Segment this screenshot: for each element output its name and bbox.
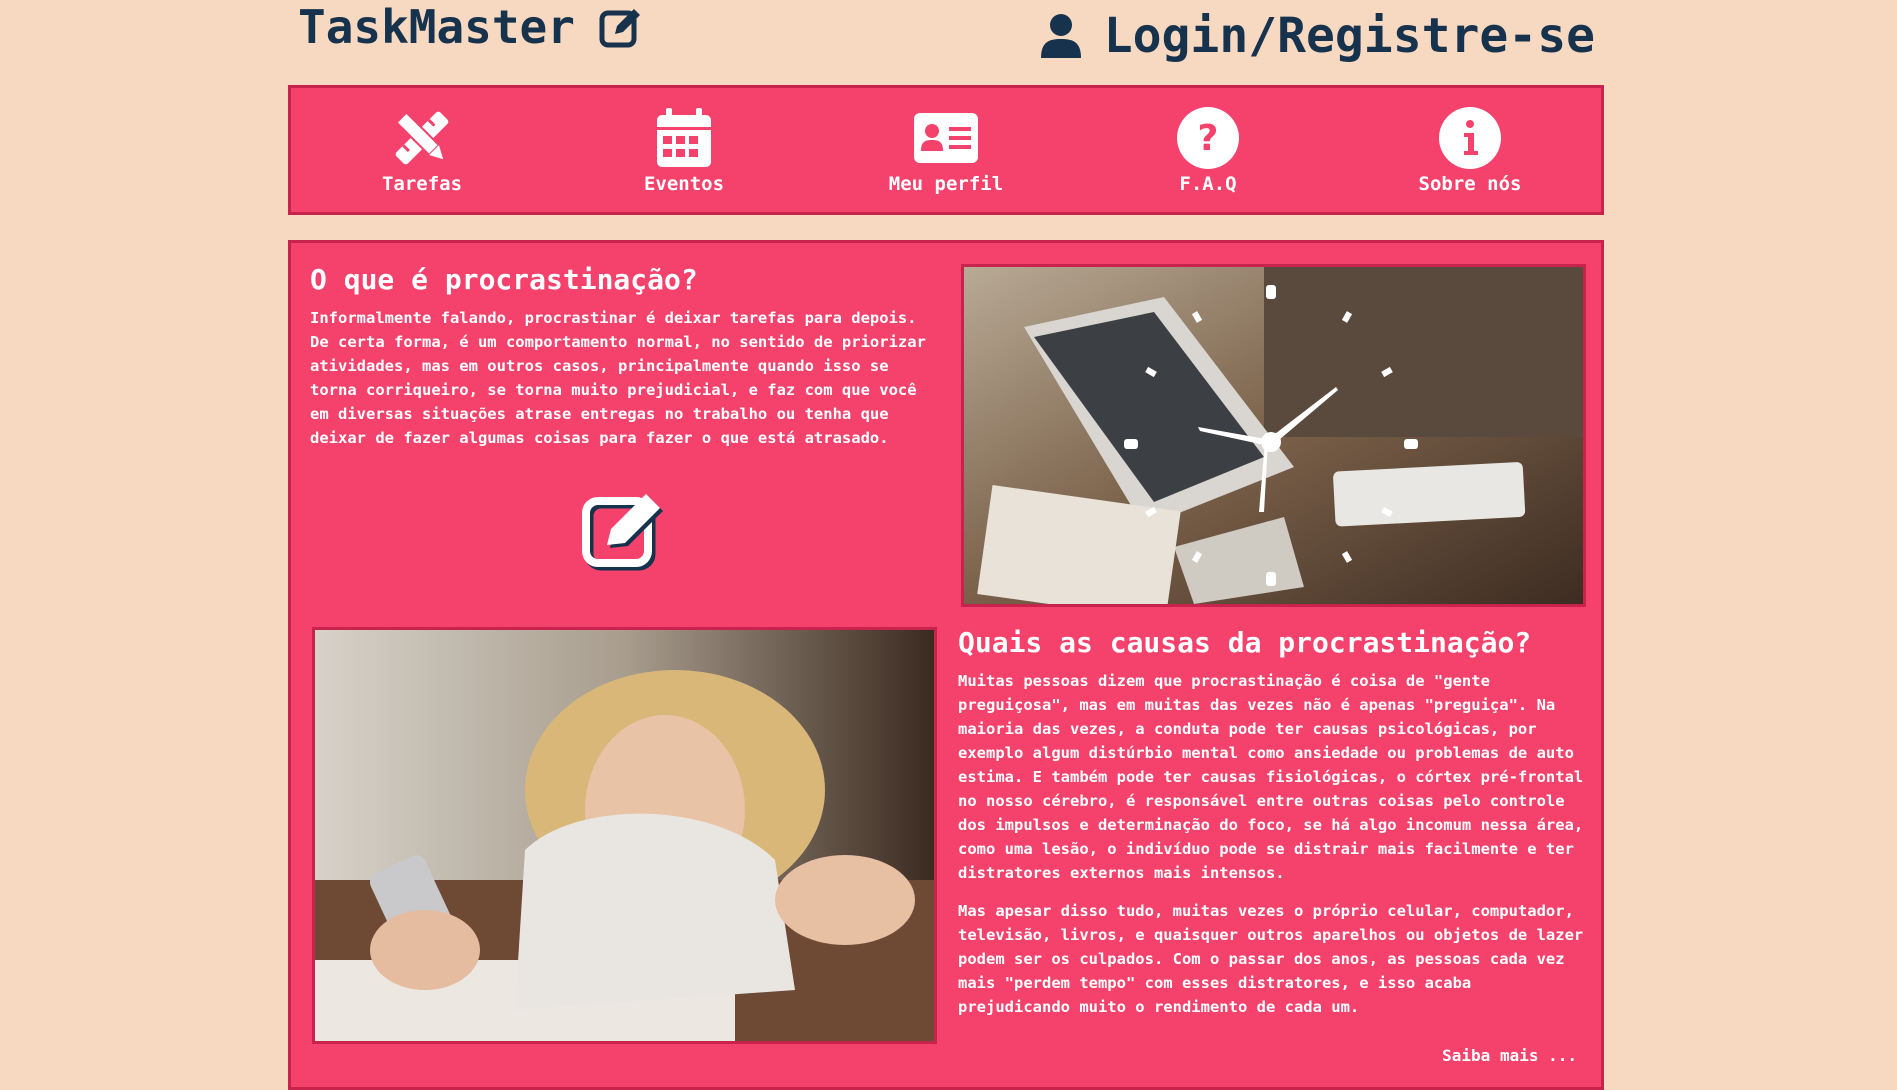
laptop-clock-image [961,264,1586,607]
question-circle-icon: ? [1177,107,1239,169]
nav-item-faq[interactable]: ? F.A.Q [1108,105,1308,195]
nav-label-meu-perfil: Meu perfil [888,173,1004,195]
svg-text:?: ? [1198,118,1219,159]
edit-icon [599,9,640,48]
girl-phone-photo [315,630,934,1041]
section-title: Quais as causas da procrastinação? [958,626,1532,659]
section-causes: Quais as causas da procrastinação? Muita… [958,626,1588,1033]
nav-item-eventos[interactable]: Eventos [584,105,784,195]
nav-label-tarefas: Tarefas [381,173,463,195]
nav-label-faq: F.A.Q [1179,173,1237,195]
header: TaskMaster Login/Registre-se [0,0,1897,80]
login-label: Login/Registre-se [1103,8,1595,64]
section-title: O que é procrastinação? [310,263,698,296]
girl-phone-image [312,627,937,1044]
section-what-is: O que é procrastinação? Informalmente fa… [310,263,940,464]
nav-item-sobre-nos[interactable]: Sobre nós [1370,105,1570,195]
read-more-link[interactable]: Saiba mais ... [1442,1046,1577,1065]
id-card-icon [914,113,978,163]
section-text: Mas apesar disso tudo, muitas vezes o pr… [958,902,1584,1016]
nav-label-sobre-nos: Sobre nós [1418,173,1522,195]
main-nav: Tarefas Eventos Meu perfil ? F.A.Q Sobre… [288,85,1604,215]
user-icon [1040,14,1081,58]
nav-item-tarefas[interactable]: Tarefas [322,105,522,195]
main-content: O que é procrastinação? Informalmente fa… [288,240,1604,1090]
info-circle-icon [1439,107,1501,169]
nav-label-eventos: Eventos [643,173,725,195]
edit-icon [582,494,663,571]
login-register-link[interactable]: Login/Registre-se [1040,8,1595,64]
laptop-clock-photo [964,267,1583,604]
nav-item-meu-perfil[interactable]: Meu perfil [846,105,1046,195]
pencil-ruler-icon [395,111,449,165]
brand-title: TaskMaster [298,0,575,54]
section-text: Muitas pessoas dizem que procrastinação … [958,672,1584,882]
brand-logo[interactable]: TaskMaster [298,0,645,54]
calendar-icon [657,108,711,167]
section-text: Informalmente falando, procrastinar é de… [310,309,926,447]
